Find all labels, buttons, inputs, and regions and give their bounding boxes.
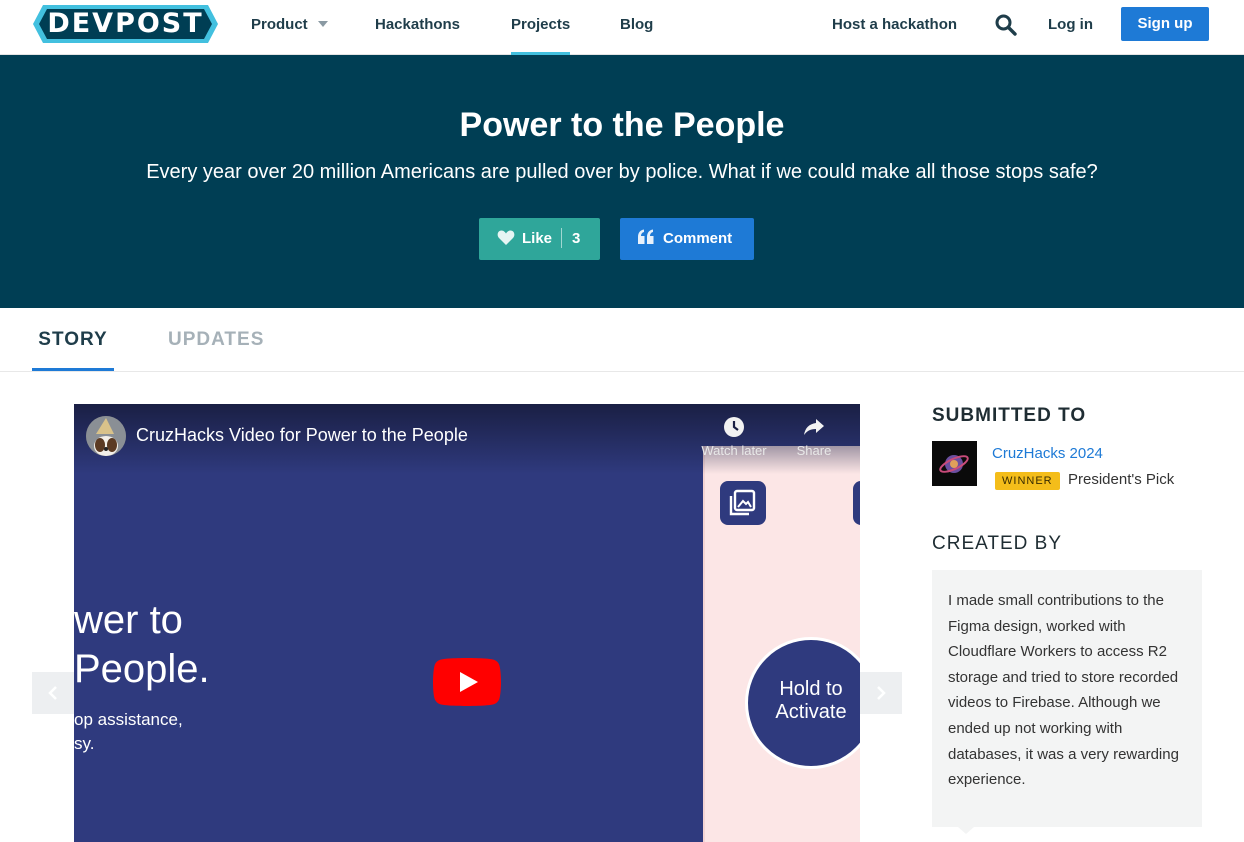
contribution-bubble: I made small contributions to the Figma … [932, 570, 1202, 827]
hold-line2: Activate [775, 701, 847, 723]
project-title: Power to the People [459, 106, 785, 144]
frame-heading-line2: People. [74, 647, 210, 691]
contribution-bubble-tail [958, 827, 974, 834]
contribution-text: I made small contributions to the Figma … [948, 592, 1179, 789]
app-icon [853, 481, 860, 525]
gallery-icon [720, 481, 766, 525]
tab-updates[interactable]: UPDATES [168, 329, 264, 351]
like-divider [561, 228, 562, 248]
signup-button[interactable]: Sign up [1121, 7, 1209, 41]
share-icon [804, 419, 824, 435]
nav-host-hackathon[interactable]: Host a hackathon [832, 0, 957, 55]
nav-hackathons[interactable]: Hackathons [375, 0, 460, 55]
nav-product[interactable]: Product [251, 0, 328, 55]
channel-avatar[interactable] [86, 416, 126, 456]
frame-subtext-line2: sy. [74, 734, 95, 753]
clock-icon [724, 417, 744, 437]
play-icon[interactable] [433, 658, 501, 706]
prize-name: President's Pick [1068, 471, 1175, 488]
devpost-logo[interactable]: DEVPOST [33, 5, 218, 43]
winner-badge: WINNER [995, 472, 1060, 490]
frame-subtext-line1: op assistance, [74, 710, 183, 729]
frame-heading-line1: wer to [74, 598, 183, 642]
quote-icon [638, 229, 654, 244]
heart-icon [497, 230, 515, 245]
share-button[interactable]: Share [778, 416, 850, 458]
hackathon-thumbnail[interactable] [932, 441, 977, 486]
chevron-left-icon [48, 686, 57, 700]
top-navigation: DEVPOST Product Hackathons Projects Blog… [0, 0, 1244, 55]
gallery-next-button[interactable] [860, 672, 902, 714]
youtube-video-player[interactable]: Hold to Activate wer to People. op assis… [74, 404, 860, 842]
search-icon[interactable] [994, 13, 1018, 37]
created-by-heading: CREATED BY [932, 533, 1063, 554]
logo-text: DEVPOST [47, 8, 204, 39]
watch-later-label: Watch later [701, 443, 767, 458]
project-hero: Power to the People Every year over 20 m… [0, 55, 1244, 308]
chevron-down-icon [317, 21, 328, 27]
nav-projects[interactable]: Projects [511, 0, 571, 55]
video-title[interactable]: CruzHacks Video for Power to the People [136, 425, 468, 446]
hold-line1: Hold to [779, 678, 843, 700]
like-count: 3 [572, 230, 581, 247]
project-tagline: Every year over 20 million Americans are… [146, 161, 1098, 183]
share-label: Share [796, 443, 832, 458]
comment-label: Comment [663, 230, 733, 247]
chevron-right-icon [877, 686, 886, 700]
gallery-prev-button[interactable] [32, 672, 74, 714]
nav-blog[interactable]: Blog [620, 0, 653, 55]
watch-later-button[interactable]: Watch later [698, 416, 770, 458]
comment-button[interactable]: Comment [620, 218, 754, 260]
tab-story[interactable]: STORY [32, 329, 114, 371]
like-button[interactable]: Like 3 [479, 218, 600, 260]
project-tabs: STORY UPDATES [0, 308, 1244, 372]
login-link[interactable]: Log in [1048, 0, 1093, 55]
submitted-to-heading: SUBMITTED TO [932, 405, 1087, 426]
hackathon-link[interactable]: CruzHacks 2024 [992, 445, 1103, 462]
nav-product-label: Product [251, 16, 308, 33]
like-label: Like [522, 230, 553, 247]
